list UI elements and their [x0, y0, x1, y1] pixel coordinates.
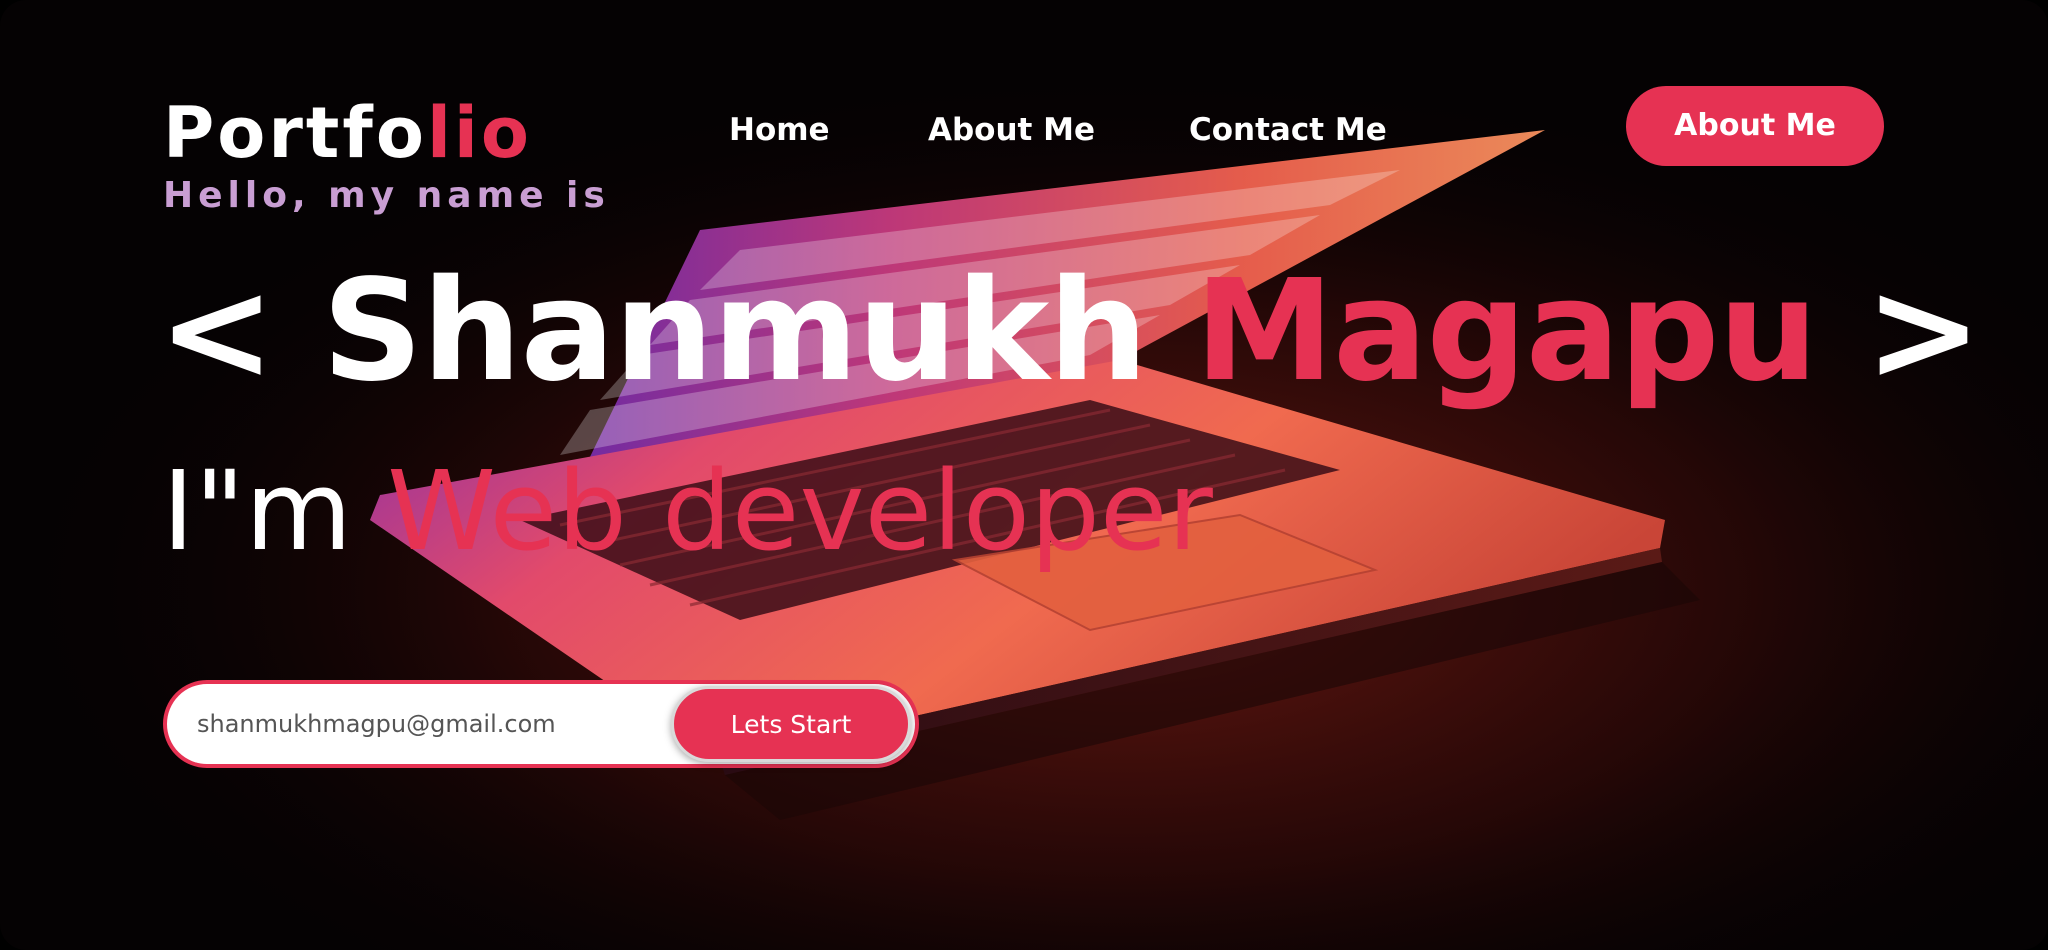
- nav-link-home[interactable]: Home: [729, 106, 830, 154]
- email-signup-form: Lets Start: [163, 680, 919, 768]
- open-bracket: <: [158, 250, 323, 413]
- role-text: Web developer: [387, 447, 1213, 575]
- lets-start-button[interactable]: Lets Start: [671, 686, 911, 762]
- greeting-text: Hello, my name is: [163, 175, 610, 216]
- logo-text: Portfo: [163, 92, 427, 174]
- nav-link-about-me[interactable]: About Me: [928, 106, 1095, 154]
- role-prefix: I"m: [162, 447, 388, 575]
- portfolio-page: Portfolio Home About Me Contact Me About…: [0, 0, 2048, 950]
- about-me-button[interactable]: About Me: [1626, 86, 1884, 166]
- name-heading: < Shanmukh Magapu >: [158, 242, 1982, 422]
- nav-link-contact-me[interactable]: Contact Me: [1189, 106, 1387, 154]
- logo-accent-text: lio: [426, 92, 533, 174]
- last-name: Magapu: [1194, 250, 1818, 413]
- role-heading: I"m Web developer: [162, 436, 1213, 586]
- close-bracket: >: [1817, 250, 1982, 413]
- first-name: Shanmukh: [322, 250, 1195, 413]
- logo[interactable]: Portfolio: [163, 94, 532, 172]
